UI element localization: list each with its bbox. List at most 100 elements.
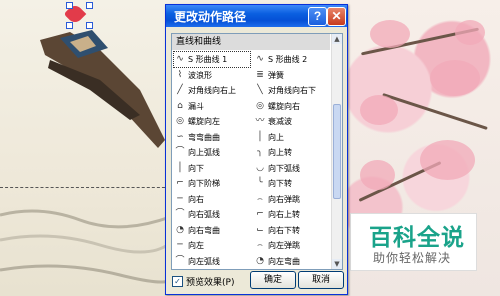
path-shape-icon: ∽: [176, 131, 184, 142]
motion-path-item[interactable]: ╱ 对角线向右上: [174, 83, 250, 98]
path-shape-icon: ∿: [256, 54, 264, 64]
path-shape-icon: ─: [177, 193, 183, 204]
motion-path-item-label: 向左弹跳: [268, 241, 300, 250]
path-shape-icon: ╰: [257, 178, 263, 188]
water-waves: [0, 209, 170, 284]
motion-path-item-label: 向上转: [268, 148, 292, 157]
motion-path-item[interactable]: ⌢ 向左弹跳: [254, 238, 330, 253]
motion-path-item[interactable]: ◎ 螺旋向左: [174, 114, 250, 129]
motion-path-item[interactable]: ─ 向右: [174, 192, 250, 207]
motion-path-item-label: 向上: [268, 132, 284, 142]
motion-path-item-label: 螺旋向右: [268, 101, 300, 111]
motion-path-item-label: 向右: [188, 194, 204, 204]
scroll-down-arrow-icon[interactable]: ▼: [332, 259, 342, 269]
path-shape-icon: 〰: [255, 116, 265, 126]
motion-path-item[interactable]: ∿ S 形曲线 2: [254, 52, 330, 67]
path-shape-icon: ◔: [256, 255, 264, 266]
selection-handle[interactable]: [86, 2, 93, 9]
motion-path-item-label: 螺旋向左: [188, 117, 220, 126]
motion-path-item-label: 波浪形: [188, 70, 212, 80]
motion-path-item[interactable]: ◎ 螺旋向右: [254, 99, 330, 114]
motion-path-item[interactable]: ⌇ 波浪形: [174, 68, 250, 83]
blossom: [455, 20, 485, 45]
motion-path-item[interactable]: │ 向上: [254, 130, 330, 145]
motion-path-item[interactable]: ∽ 弯弯曲曲: [174, 130, 250, 145]
motion-path-item[interactable]: ─ 向左: [174, 238, 250, 253]
selection-handle[interactable]: [86, 22, 93, 29]
motion-path-item-label: 向下转: [268, 179, 292, 188]
motion-path-item-label: S 形曲线 1: [188, 55, 228, 64]
path-shape-icon: ⌒: [175, 209, 185, 219]
blossom: [360, 95, 398, 125]
motion-path-item-label: 衰减波: [268, 117, 292, 126]
motion-path-item-label: 向右弯曲: [188, 225, 220, 235]
preview-checkbox[interactable]: ✓: [172, 276, 183, 287]
path-shape-icon: ◡: [256, 162, 264, 173]
path-shape-icon: ∿: [176, 54, 184, 64]
motion-path-item-label: 对角线向右上: [188, 86, 236, 95]
watermark-logo: 百科全说 助你轻松解决: [350, 213, 477, 271]
close-button[interactable]: ✕: [327, 7, 346, 26]
motion-path-item-label: 漏斗: [188, 101, 204, 111]
motion-path-item[interactable]: ⌢ 向右弹跳: [254, 192, 330, 207]
dialog-title: 更改动作路径: [174, 10, 247, 24]
blossom: [360, 160, 395, 190]
motion-path-item[interactable]: ∿ S 形曲线 1: [173, 51, 251, 68]
ok-button[interactable]: 确定: [250, 271, 296, 289]
help-button[interactable]: ?: [308, 7, 327, 26]
path-shape-icon: ╱: [177, 85, 183, 95]
motion-path-item[interactable]: ⌙ 向右下转: [254, 223, 330, 238]
path-shape-icon: ⌐: [256, 209, 264, 219]
motion-path-item-label: 向左弯曲: [268, 256, 300, 266]
motion-path-list[interactable]: 直线和曲线 ∿ S 形曲线 1 ∿ S 形曲线 2 ⌇ 波浪形 ≣ 弹簧 ╱ 对角线向右上 ╲ 对角线…: [171, 33, 343, 270]
motion-path-item[interactable]: ⌐ 向下阶梯: [174, 176, 250, 191]
blossom: [430, 60, 480, 96]
motion-path-item[interactable]: ╮ 向上转: [254, 145, 330, 160]
path-shape-icon: ◎: [256, 100, 264, 111]
slide-canvas: 百科全说 助你轻松解决 更改动作路径 ? ✕ 直线和曲线 ∿ S 形曲线 1 ∿ S …: [0, 0, 500, 296]
motion-path-item[interactable]: ⌒ 向右弧线: [174, 207, 250, 222]
watermark-title: 百科全说: [369, 225, 465, 251]
path-shape-icon: ⌢: [257, 193, 263, 204]
scroll-up-arrow-icon[interactable]: ▲: [332, 34, 342, 44]
motion-path-item[interactable]: ⌂ 漏斗: [174, 99, 250, 114]
motion-path-item[interactable]: 〰衰减波: [254, 114, 330, 129]
preview-checkbox-row[interactable]: ✓ 预览效果(P): [172, 275, 234, 288]
motion-path-item-label: 向下弧线: [268, 163, 300, 173]
change-motion-path-dialog: 更改动作路径 ? ✕ 直线和曲线 ∿ S 形曲线 1 ∿ S 形曲线 2 ⌇ 波浪形 ≣ 弹簧…: [165, 4, 348, 295]
selection-handle[interactable]: [66, 2, 73, 9]
motion-path-item[interactable]: ◔ 向左弯曲: [254, 254, 330, 269]
path-shape-icon: ─: [177, 240, 183, 250]
group-header-lines-curves: 直线和曲线: [172, 34, 330, 50]
vertical-scrollbar[interactable]: ▲ ▼: [331, 34, 342, 269]
motion-path-item[interactable]: ╲ 对角线向右下: [254, 83, 330, 98]
cancel-button[interactable]: 取消: [298, 271, 344, 289]
motion-path-item[interactable]: ◡ 向下弧线: [254, 161, 330, 176]
path-shape-icon: ◎: [176, 116, 184, 126]
path-shape-icon: ◔: [176, 224, 184, 235]
path-shape-icon: ⌂: [177, 100, 183, 111]
motion-path-item-label: 向右上转: [268, 210, 300, 219]
motion-path-item[interactable]: ⌒ 向上弧线: [174, 145, 250, 160]
motion-path-item-label: 向左: [188, 241, 204, 250]
motion-path-item[interactable]: ╰ 向下转: [254, 176, 330, 191]
path-shape-icon: ⌙: [256, 224, 264, 235]
motion-path-item[interactable]: ◔ 向右弯曲: [174, 223, 250, 238]
boat-illustration[interactable]: [30, 20, 170, 170]
scroll-thumb[interactable]: [333, 104, 341, 199]
motion-path-item[interactable]: ⌐ 向右上转: [254, 207, 330, 222]
motion-path-item[interactable]: ≣ 弹簧: [254, 68, 330, 83]
path-shape-icon: ╲: [257, 85, 263, 95]
blossom: [370, 20, 410, 48]
path-shape-icon: ╮: [257, 147, 263, 157]
motion-path-item[interactable]: │ 向下: [174, 161, 250, 176]
selection-handle[interactable]: [66, 22, 73, 29]
dialog-titlebar[interactable]: 更改动作路径 ? ✕: [166, 5, 347, 27]
path-shape-icon: ⌇: [177, 69, 183, 80]
motion-path-item-label: S 形曲线 2: [268, 55, 308, 64]
motion-path-item[interactable]: ⌒ 向左弧线: [174, 254, 250, 269]
motion-path-item-label: 向下: [188, 163, 204, 173]
path-shape-icon: ≣: [256, 69, 264, 80]
motion-path-item-label: 向下阶梯: [188, 179, 220, 188]
blossom: [420, 140, 475, 180]
